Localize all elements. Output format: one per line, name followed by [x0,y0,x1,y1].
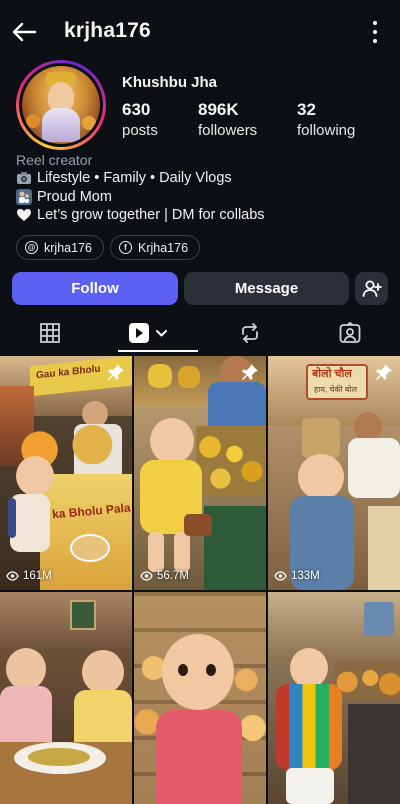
facebook-link-label: Krjha176 [138,240,189,255]
eye-icon [6,571,19,581]
reel-tile[interactable] [134,592,266,804]
more-dot-icon [373,30,377,34]
view-count: 161M [6,570,52,582]
following-label: following [297,122,356,139]
reels-icon [129,323,167,343]
more-options-button[interactable] [370,21,380,43]
threads-icon: @ [25,241,38,254]
view-count: 133M [274,570,320,582]
reel-tile[interactable]: Gau ka Bholu ka Bholu Pala 161M [0,356,132,590]
view-count-value: 56.7M [157,570,189,582]
white-heart-emoji-icon [16,207,32,223]
more-dot-icon [373,21,377,25]
display-name: Khushbu Jha [122,74,218,91]
bio-text: Proud Mom [37,189,112,205]
threads-link[interactable]: @ krjha176 [16,235,104,260]
view-count-value: 161M [23,570,52,582]
bio-text: Let’s grow together | DM for collabs [37,207,265,223]
reel-tile[interactable]: 56.7M [134,356,266,590]
following-count[interactable]: 32 following [297,100,355,139]
pinned-icon [107,363,125,386]
posts-label: posts [122,122,158,139]
pinned-icon [241,363,259,386]
story-ring[interactable] [16,60,106,150]
followers-count[interactable]: 896K followers [198,100,257,139]
reels-grid: Gau ka Bholu ka Bholu Pala 161M 56.7M बो… [0,356,400,804]
grid-icon [40,323,60,343]
bio-line: Proud Mom [16,189,112,205]
tab-posts[interactable] [0,312,100,354]
parent-child-emoji-icon [16,189,32,205]
profile-category: Reel creator [16,152,93,168]
add-person-icon [362,280,382,297]
tab-reposts[interactable] [200,312,300,354]
eye-icon [274,571,287,581]
back-button[interactable] [10,18,38,46]
follow-button[interactable]: Follow [12,272,178,305]
tagged-person-icon [339,322,361,343]
facebook-link[interactable]: f Krjha176 [110,235,201,260]
reel-tile[interactable] [0,592,132,804]
facebook-icon: f [119,241,132,254]
pinned-icon [375,363,393,386]
followers-label: followers [198,122,258,139]
view-count: 56.7M [140,570,189,582]
shop-sign-text: बोलो चौल [312,368,352,380]
tab-reels[interactable] [100,312,200,354]
more-dot-icon [373,39,377,43]
active-tab-indicator [118,350,198,352]
camera-emoji-icon [16,170,32,186]
top-bar: krjha176 [0,0,400,62]
threads-link-label: krjha176 [44,240,92,255]
profile-tabs [0,312,400,354]
bio-line: Lifestyle • Family • Daily Vlogs [16,170,232,186]
arrow-left-icon [12,22,37,42]
profile-username: krjha176 [64,19,151,42]
posts-value: 630 [122,100,151,119]
view-count-value: 133M [291,570,320,582]
repost-icon [242,323,258,343]
bio-line: Let’s grow together | DM for collabs [16,207,265,223]
tab-tagged[interactable] [300,312,400,354]
reel-tile[interactable]: बोलो चौल हाय, चेकी बोल 133M [268,356,400,590]
following-value: 32 [297,100,316,119]
eye-icon [140,571,153,581]
message-button[interactable]: Message [184,272,349,305]
reel-tile[interactable] [268,592,400,804]
suggested-people-button[interactable] [355,272,388,305]
posts-count[interactable]: 630 posts [122,100,158,139]
avatar[interactable] [22,66,100,144]
bio-text: Lifestyle • Family • Daily Vlogs [37,170,232,186]
followers-value: 896K [198,100,239,119]
shop-sign-subtext: हाय, चेकी बोल [314,385,357,394]
